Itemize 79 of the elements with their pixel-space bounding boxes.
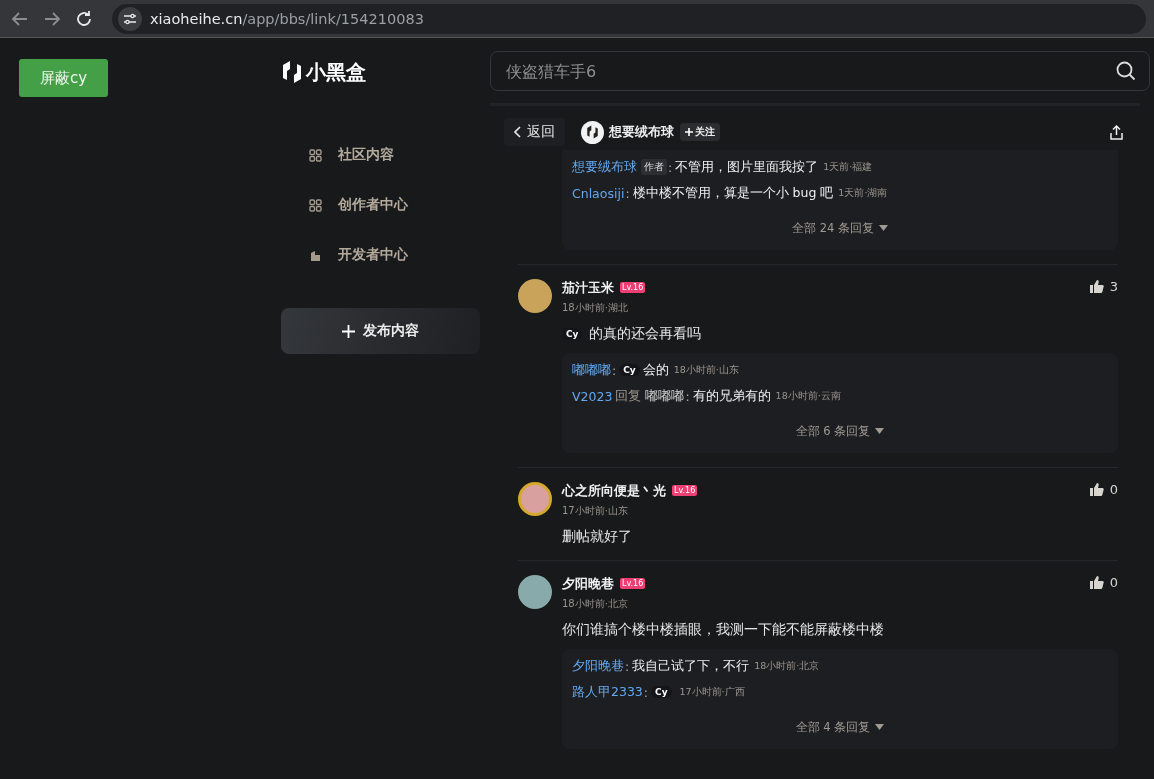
search-field[interactable]: 侠盗猎车手6 bbox=[490, 51, 1150, 91]
reply-target[interactable]: 嘟嘟嘟 bbox=[645, 387, 685, 405]
comment-text: 的真的还会再看吗 bbox=[589, 325, 702, 343]
reply-username[interactable]: 夕阳晚巷 bbox=[572, 657, 624, 675]
reply-username[interactable]: 想要绒布球 bbox=[572, 158, 637, 176]
reply-username[interactable]: 嘟嘟嘟 bbox=[572, 361, 611, 379]
level-badge: Lv.16 bbox=[620, 578, 646, 589]
reply-text: 有的兄弟有的 bbox=[692, 387, 771, 405]
reply-text: 不管用，图片里面我按了 bbox=[675, 158, 819, 176]
comment-meta: 18小时前·北京 bbox=[562, 597, 629, 611]
reply-meta: 17小时前·广西 bbox=[679, 685, 745, 699]
follow-button[interactable]: 关注 bbox=[680, 123, 720, 141]
user-avatar[interactable] bbox=[518, 482, 552, 516]
nav-item[interactable]: 社区内容 bbox=[281, 130, 490, 180]
search-icon[interactable] bbox=[1116, 61, 1136, 81]
logo-text: 小黑盒 bbox=[306, 58, 366, 86]
site-settings-icon[interactable] bbox=[123, 12, 137, 25]
author-avatar[interactable] bbox=[581, 120, 604, 144]
expand-replies-link[interactable]: 全部 4 条回复 bbox=[572, 705, 1108, 745]
user-avatar[interactable] bbox=[518, 279, 552, 313]
share-icon[interactable] bbox=[1109, 124, 1124, 140]
nav-item[interactable]: 创作者中心 bbox=[281, 180, 490, 230]
reply-meta: 18小时前·山东 bbox=[673, 363, 739, 377]
building-icon bbox=[309, 248, 322, 262]
logo-icon bbox=[586, 125, 599, 139]
reply-meta: 1天前·湖南 bbox=[838, 186, 888, 200]
like-count: 0 bbox=[1109, 575, 1118, 590]
caret-icon bbox=[875, 428, 885, 434]
expand-replies-link[interactable]: 全部 6 条回复 bbox=[572, 409, 1108, 449]
colon-separator: : bbox=[625, 185, 630, 201]
reply-label: 回复 bbox=[615, 387, 642, 405]
reply-meta: 1天前·福建 bbox=[823, 160, 873, 174]
author-badge: 作者 bbox=[641, 159, 667, 175]
colon-separator: : bbox=[612, 362, 617, 378]
reply-username[interactable]: Cnlaosiji bbox=[572, 185, 625, 201]
chevron-left-icon bbox=[514, 126, 521, 138]
plus-icon bbox=[685, 128, 693, 136]
user-avatar[interactable] bbox=[518, 575, 552, 609]
like-count: 0 bbox=[1109, 482, 1118, 497]
username[interactable]: 夕阳晚巷 bbox=[562, 575, 614, 593]
username[interactable]: 心之所向便是丶光 bbox=[562, 482, 666, 500]
comment-meta: 17小时前·山东 bbox=[562, 504, 629, 518]
username[interactable]: 茄汁玉米 bbox=[562, 279, 614, 297]
nav-item[interactable]: 开发者中心 bbox=[281, 230, 490, 280]
comment-text: 删帖就好了 bbox=[562, 528, 632, 546]
plus-icon bbox=[342, 324, 355, 338]
thumbs-up-icon[interactable] bbox=[1088, 482, 1104, 497]
grid-icon bbox=[309, 148, 322, 162]
author-name[interactable]: 想要绒布球 bbox=[609, 123, 674, 141]
reply-meta: 18小时前·北京 bbox=[754, 659, 820, 673]
reply-username[interactable]: 路人甲2333 bbox=[572, 683, 643, 701]
comment-text: 你们谁搞个楼中楼插眼，我测一下能不能屏蔽楼中楼 bbox=[562, 621, 884, 639]
expand-replies-link[interactable]: 全部 24 条回复 bbox=[572, 206, 1108, 246]
level-badge: Lv.16 bbox=[672, 485, 698, 496]
colon-separator: : bbox=[668, 159, 673, 175]
mention-tag[interactable]: Cy bbox=[562, 328, 583, 340]
colon-separator: : bbox=[643, 684, 649, 700]
url-text: xiaoheihe.cn/app/bbs/link/154210083 bbox=[150, 10, 424, 27]
level-badge: Lv.16 bbox=[620, 282, 646, 293]
reply-text: 楼中楼不管用，算是一个小 bug 吧 bbox=[632, 184, 834, 202]
reply-text: 会的 bbox=[642, 361, 669, 379]
colon-separator: : bbox=[685, 388, 690, 404]
mention-tag[interactable]: Cy bbox=[651, 686, 672, 698]
reply-username[interactable]: V2023 bbox=[572, 388, 613, 404]
reply-meta: 18小时前·云南 bbox=[775, 389, 841, 403]
comment-meta: 18小时前·湖北 bbox=[562, 301, 629, 315]
back-button[interactable]: 返回 bbox=[504, 118, 565, 146]
thumbs-up-icon[interactable] bbox=[1088, 279, 1104, 294]
thumbs-up-icon[interactable] bbox=[1088, 575, 1104, 590]
caret-icon bbox=[878, 225, 888, 231]
publish-button[interactable]: 发布内容 bbox=[281, 308, 480, 354]
logo-icon bbox=[281, 60, 303, 84]
caret-icon bbox=[875, 724, 885, 730]
grid-icon bbox=[309, 198, 322, 212]
colon-separator: : bbox=[625, 658, 630, 674]
address-bar[interactable]: xiaoheihe.cn/app/bbs/link/154210083 bbox=[112, 3, 1146, 34]
like-count: 3 bbox=[1109, 279, 1118, 294]
mention-tag[interactable]: Cy bbox=[619, 364, 640, 376]
reply-text: 我自己试了下，不行 bbox=[632, 657, 750, 675]
